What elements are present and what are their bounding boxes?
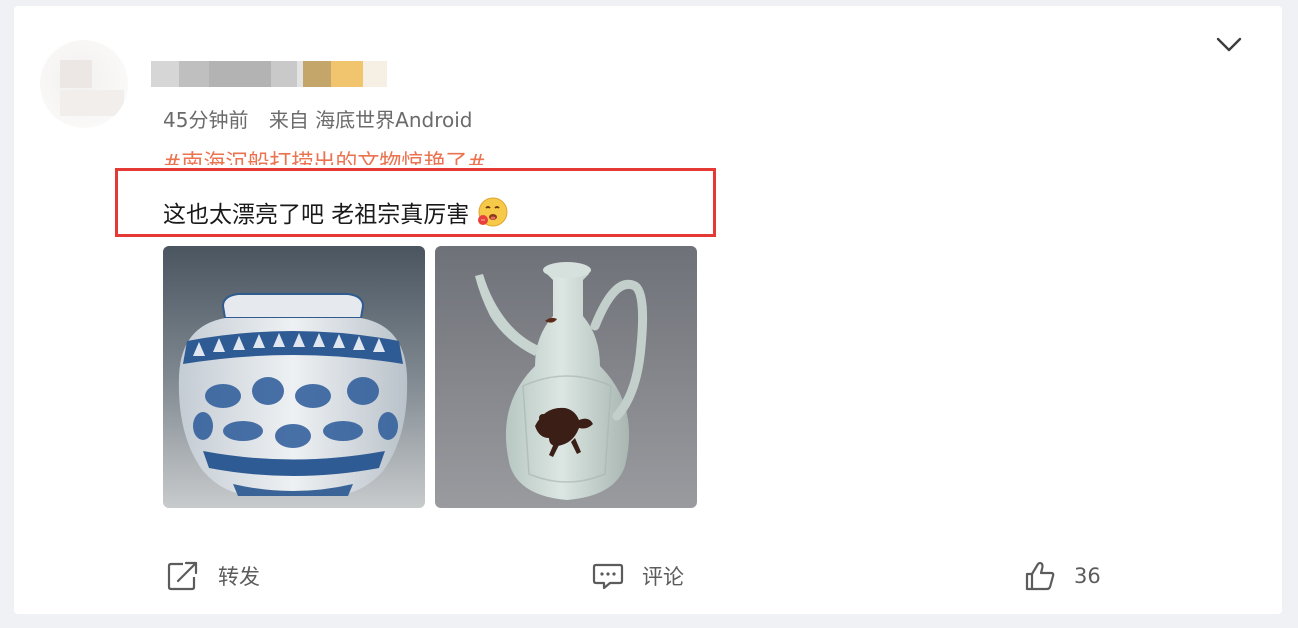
share-icon xyxy=(167,561,198,591)
like-count: 36 xyxy=(1074,564,1101,588)
post-text: 这也太漂亮了吧 老祖宗真厉害 xyxy=(163,195,509,229)
comment-icon xyxy=(592,563,624,590)
forward-button[interactable]: 转发 xyxy=(166,560,260,592)
jar-image xyxy=(163,246,425,508)
photo-celadon-ewer[interactable] xyxy=(435,246,697,508)
topic-hashtag[interactable]: #南海沉船打捞出的文物惊艳了# xyxy=(163,141,486,165)
post-text-content: 这也太漂亮了吧 老祖宗真厉害 xyxy=(163,202,470,228)
comment-button[interactable]: 评论 xyxy=(592,560,684,592)
username-blurred[interactable] xyxy=(151,61,387,87)
topic-text[interactable]: #南海沉船打捞出的文物惊艳了# xyxy=(163,151,486,165)
like-button[interactable]: 36 xyxy=(1024,560,1101,592)
comment-label: 评论 xyxy=(642,565,684,589)
ewer-image xyxy=(435,246,697,508)
forward-label: 转发 xyxy=(218,565,260,589)
thumbs-up-icon xyxy=(1025,561,1055,591)
post-time: 45分钟前 xyxy=(163,108,249,132)
chevron-down-icon[interactable] xyxy=(1214,30,1244,60)
post-source[interactable]: 来自 海底世界Android xyxy=(269,108,473,132)
drooling-emoji-icon xyxy=(478,197,508,227)
post-meta: 45分钟前 来自 海底世界Android xyxy=(163,104,487,133)
avatar[interactable] xyxy=(40,40,128,128)
photo-blue-white-jar[interactable] xyxy=(163,246,425,508)
